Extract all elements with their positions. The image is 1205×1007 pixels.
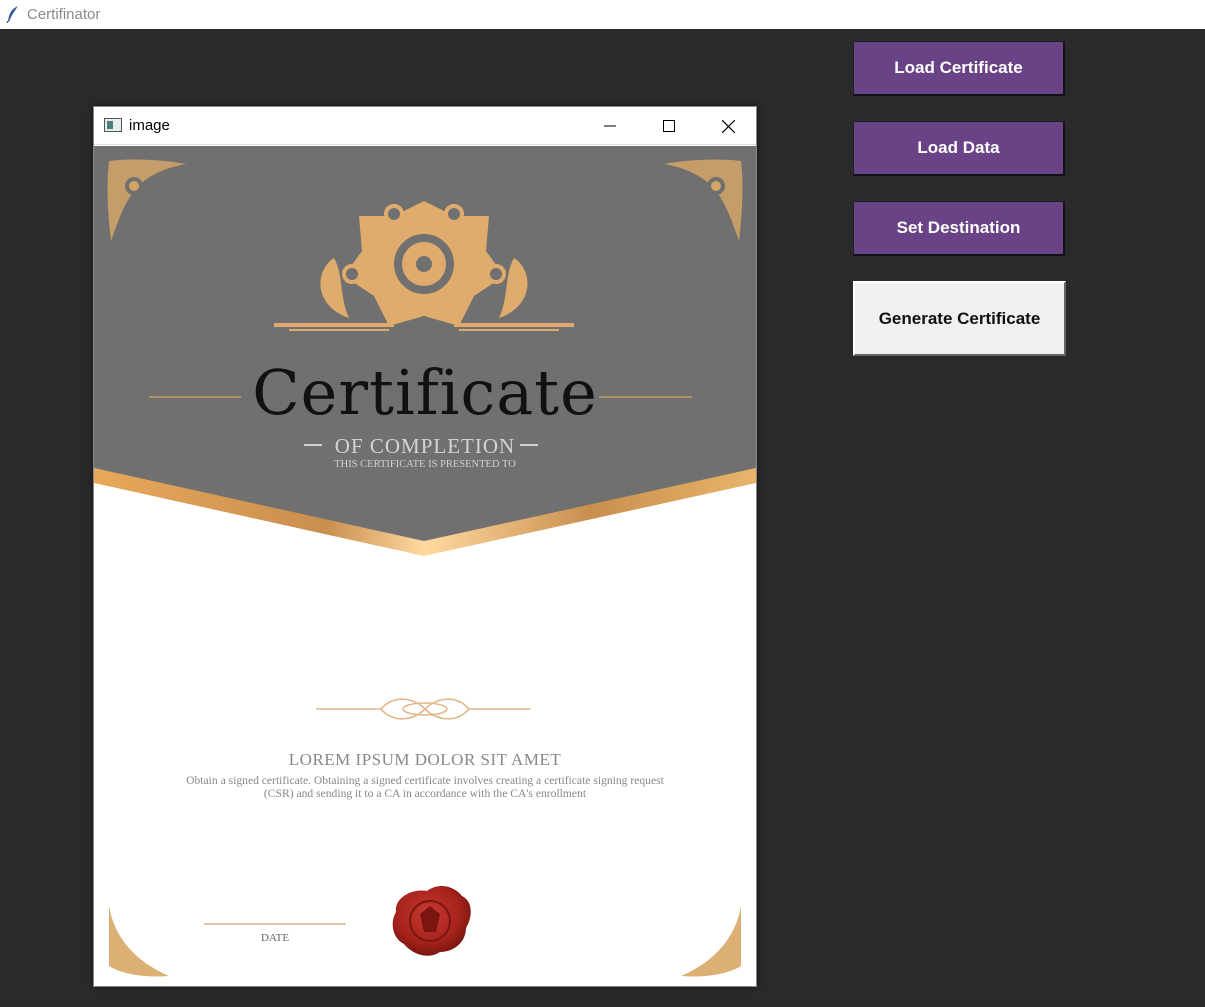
set-destination-button[interactable]: Set Destination [853,201,1065,256]
image-window-icon [104,118,122,132]
certificate-presented-to: THIS CERTIFICATE IS PRESENTED TO [334,459,516,470]
app-titlebar: Certifinator [0,0,1205,29]
image-window: image Certificate OF COMPLETION THIS CER… [93,106,757,987]
app-title: Certifinator [27,6,101,23]
minimize-icon[interactable] [588,113,632,139]
wax-seal-icon [392,885,471,956]
certificate-body-text: Obtain a signed certificate. Obtaining a… [186,774,664,800]
load-certificate-button[interactable]: Load Certificate [853,41,1065,96]
feather-icon [6,6,18,23]
certificate-image: Certificate OF COMPLETION THIS CERTIFICA… [94,146,756,986]
maximize-icon[interactable] [647,113,691,139]
certificate-date-label: DATE [260,932,290,944]
certificate-title: Certificate [252,356,598,429]
generate-certificate-button[interactable]: Generate Certificate [853,281,1066,356]
flourish-divider-icon [316,698,531,720]
image-window-title: image [129,117,170,134]
image-window-titlebar[interactable]: image [94,107,756,145]
close-icon[interactable] [706,113,750,139]
load-data-button[interactable]: Load Data [853,121,1065,176]
certificate-subtitle: OF COMPLETION [334,434,516,458]
certificate-heading: LOREM IPSUM DOLOR SIT AMET [288,750,562,769]
certificate-artwork [94,146,756,977]
